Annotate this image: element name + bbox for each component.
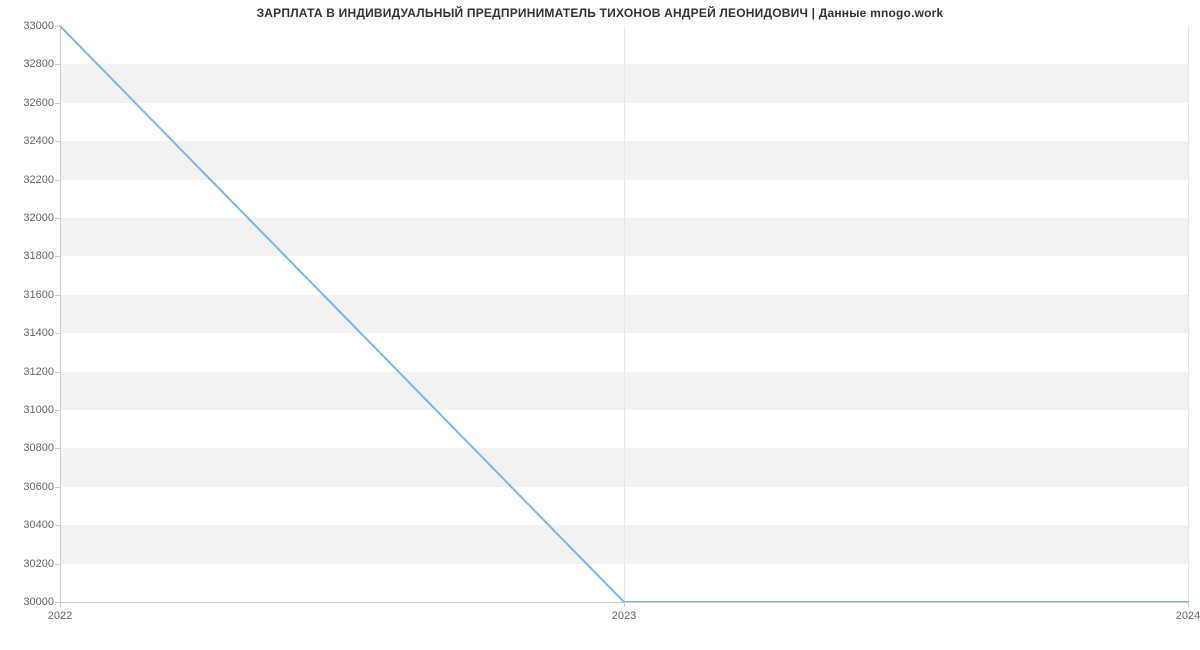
- x-tick-mark: [1188, 602, 1189, 607]
- y-tick-mark: [55, 218, 60, 219]
- y-tick-label: 30200: [4, 558, 54, 570]
- y-tick-mark: [55, 410, 60, 411]
- line-series: [60, 26, 1188, 602]
- x-grid-line: [1188, 26, 1189, 602]
- y-tick-label: 32400: [4, 135, 54, 147]
- y-tick-label: 31800: [4, 250, 54, 262]
- y-tick-mark: [55, 333, 60, 334]
- y-tick-label: 32600: [4, 97, 54, 109]
- plot-area: [60, 26, 1188, 602]
- y-tick-label: 31000: [4, 404, 54, 416]
- y-tick-label: 31400: [4, 327, 54, 339]
- y-tick-mark: [55, 103, 60, 104]
- y-tick-mark: [55, 26, 60, 27]
- chart-container: ЗАРПЛАТА В ИНДИВИДУАЛЬНЫЙ ПРЕДПРИНИМАТЕЛ…: [0, 0, 1200, 650]
- x-tick-mark: [624, 602, 625, 607]
- y-tick-mark: [55, 64, 60, 65]
- y-tick-mark: [55, 295, 60, 296]
- y-tick-mark: [55, 448, 60, 449]
- y-tick-mark: [55, 487, 60, 488]
- y-tick-label: 30800: [4, 442, 54, 454]
- y-tick-label: 31600: [4, 289, 54, 301]
- y-tick-mark: [55, 180, 60, 181]
- series-line: [60, 26, 1188, 602]
- y-tick-mark: [55, 525, 60, 526]
- y-tick-mark: [55, 256, 60, 257]
- y-tick-label: 30600: [4, 481, 54, 493]
- x-tick-label: 2023: [612, 610, 636, 622]
- y-tick-mark: [55, 564, 60, 565]
- y-tick-label: 32800: [4, 58, 54, 70]
- x-tick-label: 2022: [48, 610, 72, 622]
- x-tick-mark: [60, 602, 61, 607]
- y-tick-label: 31200: [4, 366, 54, 378]
- y-tick-label: 32000: [4, 212, 54, 224]
- y-tick-label: 30400: [4, 519, 54, 531]
- y-tick-label: 33000: [4, 20, 54, 32]
- y-tick-mark: [55, 141, 60, 142]
- y-tick-mark: [55, 372, 60, 373]
- chart-title: ЗАРПЛАТА В ИНДИВИДУАЛЬНЫЙ ПРЕДПРИНИМАТЕЛ…: [0, 6, 1200, 20]
- y-axis-line: [60, 26, 61, 602]
- y-tick-label: 32200: [4, 174, 54, 186]
- y-tick-label: 30000: [4, 596, 54, 608]
- x-tick-label: 2024: [1176, 610, 1200, 622]
